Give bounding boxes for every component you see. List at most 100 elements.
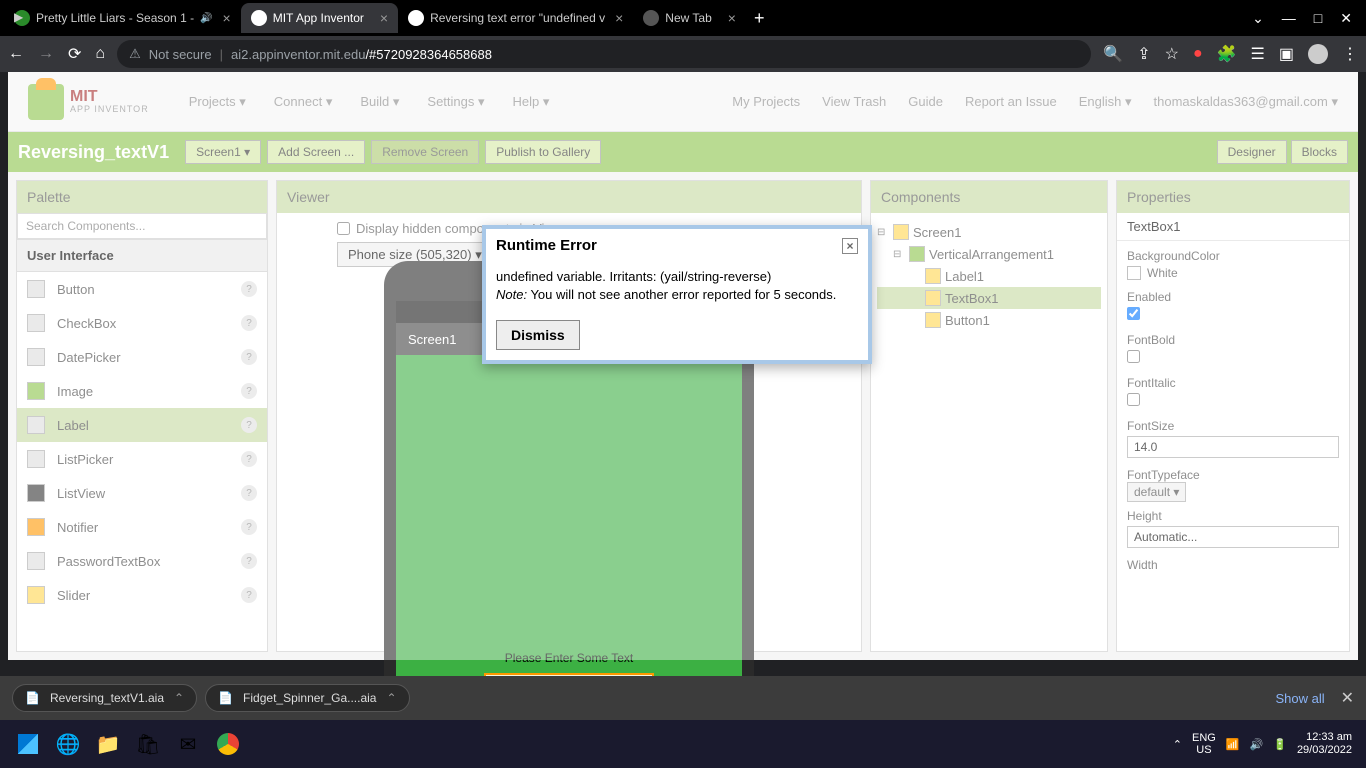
help-icon[interactable]: ? [241,417,257,433]
speaker-icon[interactable]: 🔊 [200,13,212,24]
show-all-downloads[interactable]: Show all [1275,691,1324,706]
zoom-icon[interactable]: 🔍 [1103,44,1123,64]
palette-item-label[interactable]: Label? [17,408,267,442]
help-icon[interactable]: ? [241,315,257,331]
menu-guide[interactable]: Guide [908,94,943,110]
tree-button1[interactable]: Button1 [877,309,1101,331]
help-icon[interactable]: ? [241,587,257,603]
wifi-icon[interactable]: 📶 [1226,738,1240,751]
tab-pretty-little-liars[interactable]: ▶ Pretty Little Liars - Season 1 - 🔊 × [4,3,241,33]
palette-item-image[interactable]: Image? [17,374,267,408]
tab-mit-app-inventor[interactable]: MIT App Inventor × [241,3,398,33]
tree-vertical-arrangement[interactable]: ⊟VerticalArrangement1 [877,243,1101,265]
help-icon[interactable]: ? [241,553,257,569]
close-icon[interactable]: × [728,10,736,26]
tray-chevron-icon[interactable]: ⌃ [1173,738,1182,751]
language-indicator[interactable]: ENGUS [1192,732,1216,756]
designer-button[interactable]: Designer [1217,140,1287,164]
mail-icon[interactable]: ✉ [168,724,208,764]
menu-projects[interactable]: Projects ▾ [189,94,246,110]
screen-selector[interactable]: Screen1 ▾ [185,140,261,164]
reload-icon[interactable]: ⟳ [68,44,81,64]
help-icon[interactable]: ? [241,519,257,535]
tree-label1[interactable]: Label1 [877,265,1101,287]
dismiss-button[interactable]: Dismiss [496,320,580,350]
tree-textbox1[interactable]: TextBox1 [877,287,1101,309]
menu-settings[interactable]: Settings ▾ [427,94,484,110]
download-item[interactable]: 📄 Fidget_Spinner_Ga....aia ⌃ [205,684,409,712]
download-item[interactable]: 📄 Reversing_textV1.aia ⌃ [12,684,197,712]
battery-icon[interactable]: 🔋 [1273,738,1287,751]
menu-icon[interactable]: ⋮ [1342,44,1358,64]
palette-category[interactable]: User Interface [17,239,267,272]
prop-italic-checkbox[interactable] [1127,393,1140,406]
address-bar[interactable]: ⚠ Not secure | ai2.appinventor.mit.edu/#… [117,40,1091,68]
palette-item-datepicker[interactable]: DatePicker? [17,340,267,374]
help-icon[interactable]: ? [241,451,257,467]
palette-item-listpicker[interactable]: ListPicker? [17,442,267,476]
prop-typeface-select[interactable]: default ▾ [1127,482,1186,502]
tab-new-tab[interactable]: New Tab × [633,3,746,33]
logo[interactable]: MIT APP INVENTOR [28,84,149,120]
chevron-up-icon[interactable]: ⌃ [386,691,396,705]
palette-item-listview[interactable]: ListView? [17,476,267,510]
prop-bold-checkbox[interactable] [1127,350,1140,363]
help-icon[interactable]: ? [241,349,257,365]
star-icon[interactable]: ☆ [1165,44,1179,64]
palette-item-notifier[interactable]: Notifier? [17,510,267,544]
reading-list-icon[interactable]: ☰ [1251,44,1265,64]
edge-icon[interactable]: 🌐 [48,724,88,764]
tab-reversing-text-error[interactable]: Reversing text error "undefined v × [398,3,633,33]
chrome-icon[interactable] [208,724,248,764]
add-screen-button[interactable]: Add Screen ... [267,140,365,164]
close-icon[interactable]: ✕ [1340,10,1352,27]
collapse-icon[interactable]: ⊟ [877,227,889,238]
menu-my-projects[interactable]: My Projects [732,94,800,110]
menu-build[interactable]: Build ▾ [360,94,399,110]
menu-account[interactable]: thomaskaldas363@gmail.com ▾ [1154,94,1338,110]
remove-screen-button[interactable]: Remove Screen [371,140,479,164]
maximize-icon[interactable]: □ [1314,10,1322,27]
menu-view-trash[interactable]: View Trash [822,94,886,110]
extension-icon[interactable]: ● [1193,45,1203,63]
preview-label[interactable]: Please Enter Some Text [505,651,634,665]
tree-screen1[interactable]: ⊟Screen1 [877,221,1101,243]
chevron-up-icon[interactable]: ⌃ [174,691,184,705]
close-icon[interactable]: ✕ [1341,688,1354,708]
back-icon[interactable]: ← [8,45,24,63]
side-panel-icon[interactable]: ▣ [1279,44,1294,64]
menu-language[interactable]: English ▾ [1079,94,1132,110]
new-tab-button[interactable]: + [746,3,773,33]
share-icon[interactable]: ⇪ [1137,44,1150,64]
minimize-icon[interactable]: — [1282,10,1296,27]
palette-item-checkbox[interactable]: CheckBox? [17,306,267,340]
home-icon[interactable]: ⌂ [95,45,105,63]
prop-enabled-checkbox[interactable] [1127,307,1140,320]
close-icon[interactable]: × [842,238,858,254]
collapse-icon[interactable]: ⊟ [893,249,905,260]
blocks-button[interactable]: Blocks [1291,140,1348,164]
close-icon[interactable]: × [380,10,388,26]
palette-item-slider[interactable]: Slider? [17,578,267,612]
search-components-input[interactable] [17,213,267,239]
prop-height-input[interactable] [1127,526,1339,548]
extensions-icon[interactable]: 🧩 [1217,44,1237,64]
prop-bgcolor[interactable]: White [1127,266,1339,280]
clock[interactable]: 12:33 am29/03/2022 [1297,731,1358,757]
help-icon[interactable]: ? [241,281,257,297]
prop-fontsize-input[interactable] [1127,436,1339,458]
menu-report-issue[interactable]: Report an Issue [965,94,1057,110]
volume-icon[interactable]: 🔊 [1250,738,1264,751]
help-icon[interactable]: ? [241,383,257,399]
close-icon[interactable]: × [223,10,231,26]
start-button[interactable] [8,724,48,764]
chevron-down-icon[interactable]: ⌄ [1252,10,1264,27]
palette-item-button[interactable]: Button? [17,272,267,306]
store-icon[interactable]: 🛍 [128,724,168,764]
help-icon[interactable]: ? [241,485,257,501]
explorer-icon[interactable]: 📁 [88,724,128,764]
publish-button[interactable]: Publish to Gallery [485,140,601,164]
menu-connect[interactable]: Connect ▾ [274,94,333,110]
menu-help[interactable]: Help ▾ [513,94,550,110]
palette-item-password[interactable]: PasswordTextBox? [17,544,267,578]
